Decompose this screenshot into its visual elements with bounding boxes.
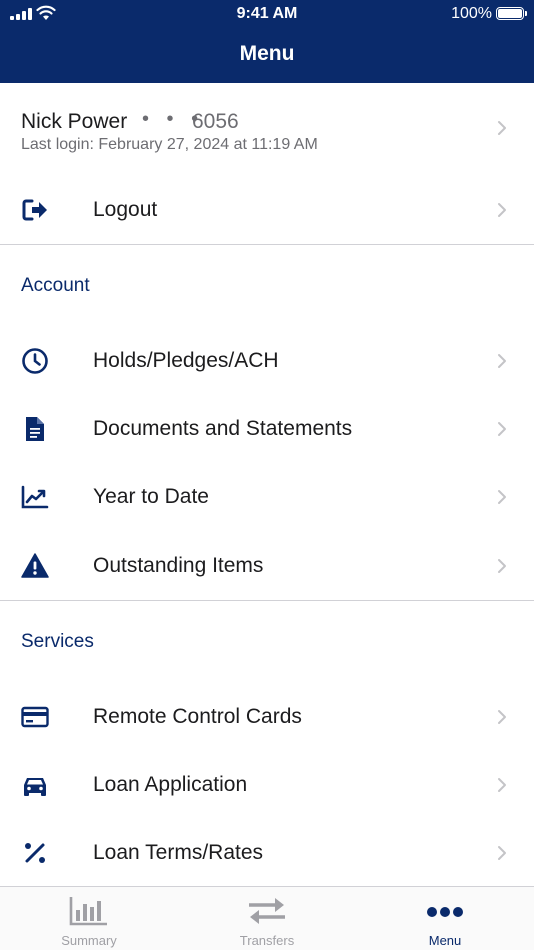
chevron-right-icon [498, 422, 506, 436]
user-name: Nick Power [21, 110, 128, 133]
chevron-right-icon [498, 559, 506, 573]
account-number: 6056 [192, 110, 239, 133]
menu-item-loan-application[interactable]: Loan Application [0, 757, 534, 813]
bar-chart-icon [69, 897, 107, 926]
tab-label: Summary [61, 933, 117, 948]
menu-item-label: Holds/Pledges/ACH [93, 349, 279, 372]
menu-item-remote-cards[interactable]: Remote Control Cards [0, 689, 534, 745]
tab-transfers[interactable]: Transfers [178, 887, 356, 950]
chevron-right-icon [498, 354, 506, 368]
logout-label: Logout [93, 198, 158, 221]
car-icon [24, 778, 46, 796]
document-icon [26, 417, 44, 441]
divider [0, 244, 534, 245]
chevron-right-icon [498, 710, 506, 724]
tab-bar: Summary Transfers Menu [0, 886, 534, 950]
menu-item-documents[interactable]: Documents and Statements [0, 401, 534, 457]
warning-icon [21, 553, 49, 578]
status-bar: 9:41 AM 100% [0, 0, 534, 28]
menu-item-label: Remote Control Cards [93, 705, 302, 728]
logout-icon [22, 199, 47, 221]
menu-item-label: Year to Date [93, 485, 209, 508]
menu-item-label: Loan Application [93, 773, 248, 796]
transfer-arrows-icon [249, 898, 285, 924]
more-dots-icon [427, 907, 463, 917]
app-header: 9:41 AM 100% Menu [0, 0, 534, 83]
logout-row[interactable]: Logout [0, 182, 534, 238]
menu-item-label: Outstanding Items [93, 554, 264, 577]
chevron-right-icon [498, 490, 506, 504]
battery-icon [496, 7, 527, 20]
tab-label: Menu [428, 933, 462, 948]
page-title: Menu [239, 42, 295, 65]
chevron-right-icon [498, 121, 506, 135]
tab-summary[interactable]: Summary [0, 887, 178, 950]
chart-line-icon [21, 485, 49, 509]
menu-item-outstanding[interactable]: Outstanding Items [0, 538, 534, 594]
clock-icon [22, 348, 48, 374]
percent-icon [25, 843, 45, 863]
section-header-services: Services [21, 631, 94, 652]
divider [0, 600, 534, 601]
menu-item-label: Documents and Statements [93, 417, 353, 440]
chevron-right-icon [498, 778, 506, 792]
tab-menu[interactable]: Menu [356, 887, 534, 950]
menu-item-holds[interactable]: Holds/Pledges/ACH [0, 333, 534, 389]
user-account-row[interactable]: Nick Power • • • 6056 Last login: Februa… [0, 100, 534, 162]
chevron-right-icon [498, 203, 506, 217]
menu-item-year-to-date[interactable]: Year to Date [0, 469, 534, 525]
section-header-account: Account [21, 275, 90, 296]
credit-card-icon [21, 706, 49, 728]
menu-item-label: Loan Terms/Rates [93, 841, 264, 864]
tab-label: Transfers [239, 933, 295, 948]
chevron-right-icon [498, 846, 506, 860]
menu-item-loan-terms[interactable]: Loan Terms/Rates [0, 825, 534, 881]
last-login-text: Last login: February 27, 2024 at 11:19 A… [21, 136, 318, 153]
battery-percentage: 100% [451, 5, 492, 22]
